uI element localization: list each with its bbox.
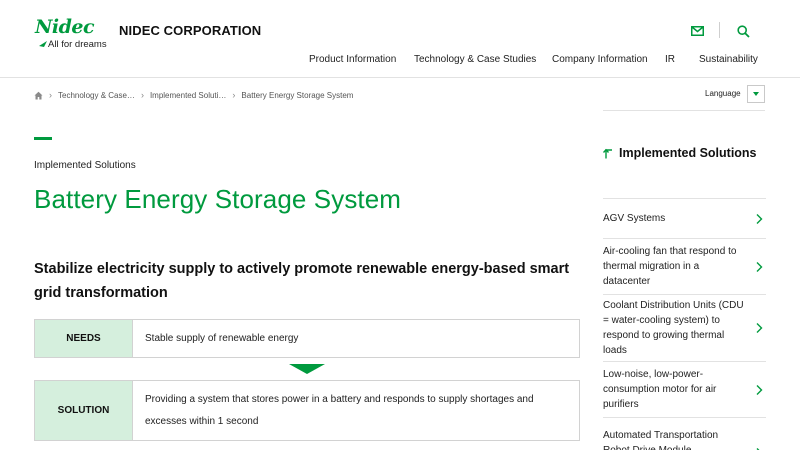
chevron-right-icon	[756, 213, 763, 224]
breadcrumb-current: Battery Energy Storage System	[241, 90, 354, 100]
down-arrow-icon	[289, 364, 325, 374]
language-label: Language	[705, 89, 741, 98]
chevron-down-icon	[753, 92, 759, 96]
breadcrumb-separator: ›	[140, 90, 144, 100]
needs-row: NEEDS Stable supply of renewable energy	[34, 319, 580, 358]
sidebar-item-label: Coolant Distribution Units (CDU = water-…	[603, 300, 744, 356]
solution-label: SOLUTION	[35, 381, 133, 440]
sidebar-item-label: Air-cooling fan that respond to thermal …	[603, 246, 737, 287]
sidebar-item-label: Automated Transportation Robot Drive Mod…	[603, 430, 719, 450]
corporation-name[interactable]: NIDEC CORPORATION	[119, 23, 261, 38]
breadcrumb-separator: ›	[232, 90, 236, 100]
sidebar-item-label: AGV Systems	[603, 213, 666, 224]
breadcrumb-technology[interactable]: Technology & Case…	[58, 91, 135, 100]
nav-company-information[interactable]: Company Information	[552, 54, 648, 65]
mail-icon	[690, 26, 704, 36]
page-title: Battery Energy Storage System	[34, 184, 402, 214]
sidebar-title: Implemented Solutions	[619, 146, 757, 160]
breadcrumb-separator: ›	[49, 90, 52, 100]
sidebar-list: AGV Systems Air-cooling fan that respond…	[603, 198, 766, 450]
solution-row: SOLUTION Providing a system that stores …	[34, 380, 580, 441]
global-nav: Product Information Technology & Case St…	[0, 54, 800, 68]
home-icon[interactable]	[34, 91, 43, 100]
chevron-right-icon	[756, 384, 763, 395]
search-button[interactable]	[732, 20, 754, 42]
sidebar-item-transportation-robot[interactable]: Automated Transportation Robot Drive Mod…	[603, 417, 766, 450]
back-arrow-icon	[603, 148, 612, 159]
tagline-arrow-icon	[39, 41, 47, 48]
sidebar-item-coolant-distribution-units[interactable]: Coolant Distribution Units (CDU = water-…	[603, 294, 766, 361]
nidec-logo[interactable]: Nidec All for dreams	[35, 16, 115, 50]
chevron-right-icon	[756, 261, 763, 272]
needs-text: Stable supply of renewable energy	[145, 332, 299, 344]
language-dropdown-button[interactable]	[747, 85, 765, 103]
sidebar-item-agv-systems[interactable]: AGV Systems	[603, 198, 766, 238]
nav-product-information[interactable]: Product Information	[309, 54, 396, 65]
logo-tagline: All for dreams	[39, 39, 107, 50]
search-icon	[736, 24, 750, 38]
divider	[603, 110, 765, 111]
header-divider	[719, 22, 720, 38]
chevron-right-icon	[756, 323, 763, 333]
nav-ir[interactable]: IR	[665, 54, 675, 65]
solution-text: Providing a system that stores power in …	[145, 393, 534, 427]
sidebar-item-low-noise-motor[interactable]: Low-noise, low-power-consumption motor f…	[603, 361, 766, 417]
nav-technology-case-studies[interactable]: Technology & Case Studies	[414, 54, 536, 65]
needs-label: NEEDS	[35, 320, 133, 357]
breadcrumb: › Technology & Case… › Implemented Solut…	[34, 89, 353, 101]
lead-heading: Stabilize electricity supply to actively…	[34, 261, 570, 301]
logo-mark: Nidec	[35, 16, 95, 38]
nav-sustainability[interactable]: Sustainability	[699, 54, 758, 65]
sidebar-item-label: Low-noise, low-power-consumption motor f…	[603, 369, 717, 410]
sidebar-header[interactable]: Implemented Solutions	[603, 146, 757, 160]
category-label: Implemented Solutions	[34, 160, 136, 171]
site-header: Nidec All for dreams NIDEC CORPORATION P…	[0, 0, 800, 78]
sidebar-item-air-cooling-fan[interactable]: Air-cooling fan that respond to thermal …	[603, 238, 766, 294]
mail-button[interactable]	[686, 20, 708, 42]
breadcrumb-implemented-solutions[interactable]: Implemented Soluti…	[150, 91, 226, 100]
tagline-text: All for dreams	[48, 39, 107, 50]
title-accent-bar	[34, 137, 52, 140]
